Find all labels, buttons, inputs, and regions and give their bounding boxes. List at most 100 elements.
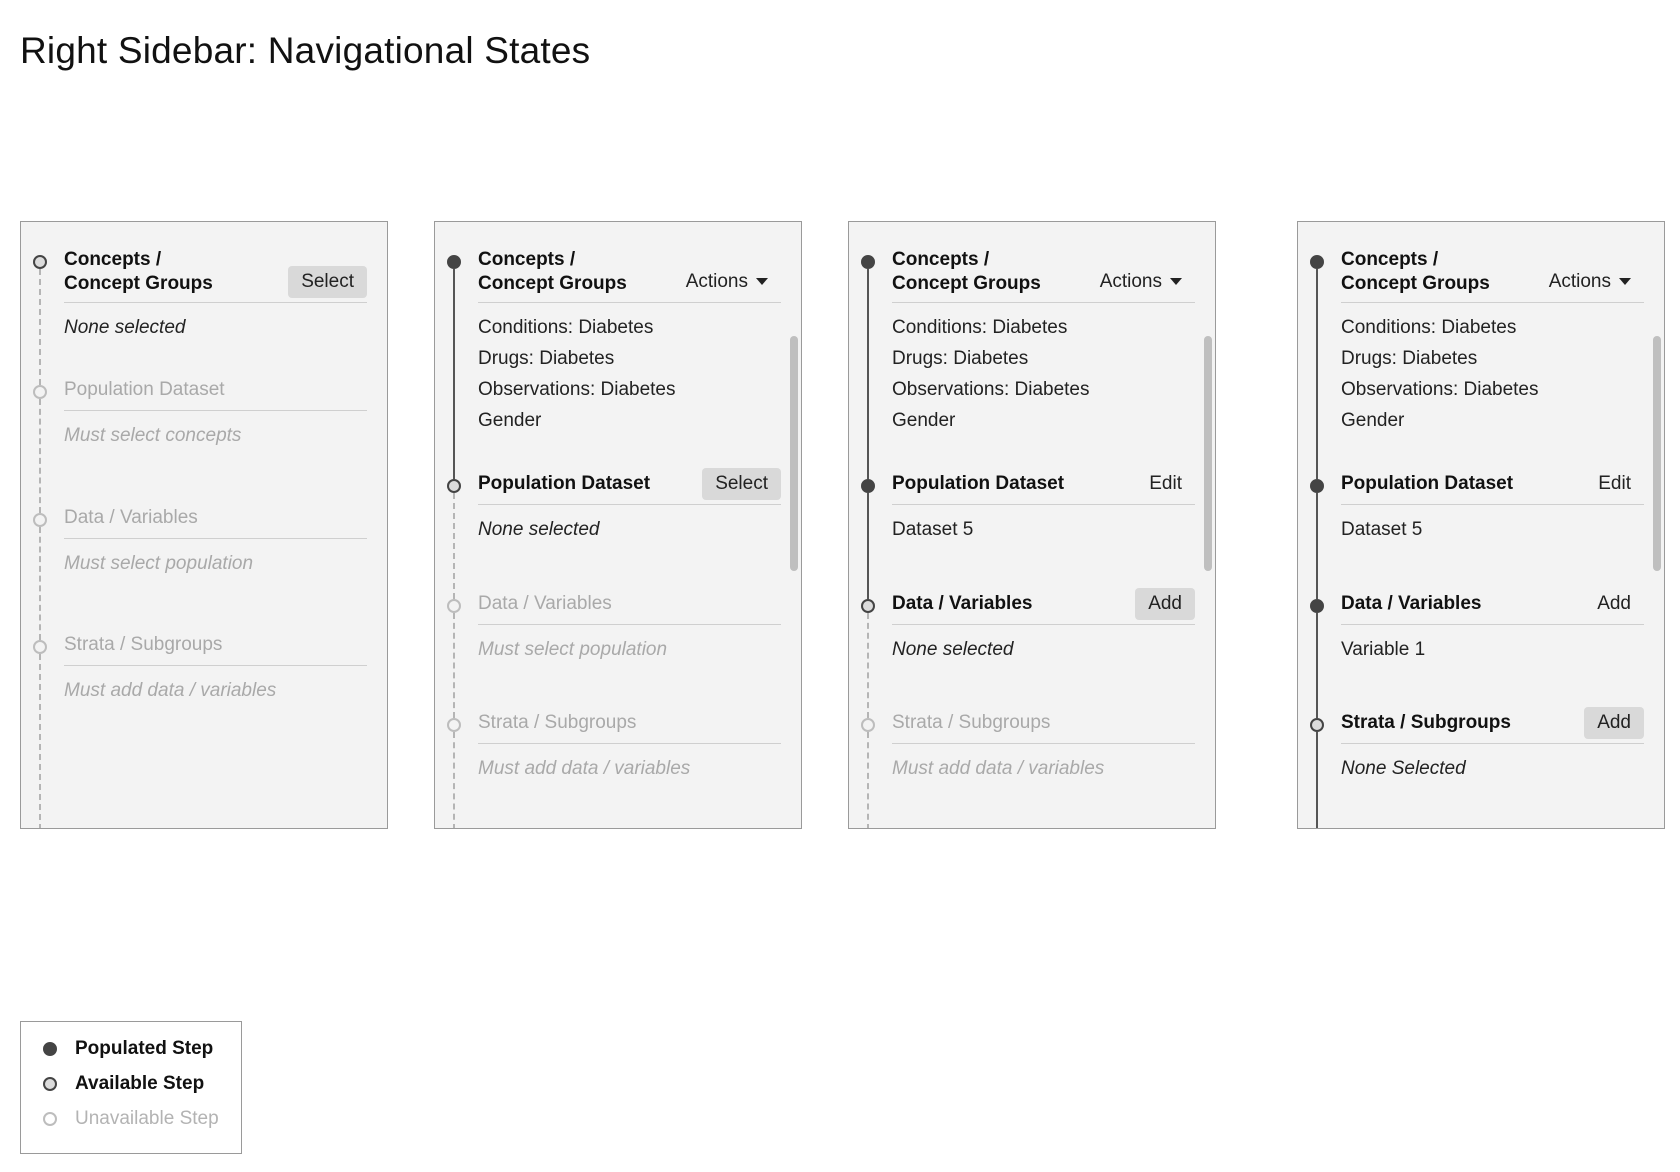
step-title-strata-subgroups: Strata / Subgroups xyxy=(64,634,223,655)
caret-down-icon xyxy=(1619,278,1631,286)
step-divider xyxy=(1341,504,1644,505)
step-title-population-dataset: Population Dataset xyxy=(64,379,225,400)
filled-circle-icon xyxy=(861,255,875,269)
sidebar-panel: Concepts / Concept Groups Actions Condition… xyxy=(1297,221,1665,829)
hollow-circle-icon xyxy=(447,599,461,613)
timeline-connector xyxy=(453,732,455,828)
filled-circle-icon xyxy=(447,255,461,269)
sidebar-panel: Concepts / Concept Groups Actions Condition… xyxy=(848,221,1216,829)
step-divider xyxy=(478,504,781,505)
step-title-line: Concepts / xyxy=(478,249,576,270)
button-label: Actions xyxy=(685,271,748,292)
edit-button[interactable]: Edit xyxy=(1136,468,1195,500)
step-value: None Selected xyxy=(1341,758,1466,779)
step-title-strata-subgroups: Strata / Subgroups xyxy=(1341,712,1511,733)
filled-circle-icon xyxy=(1310,599,1324,613)
step-value: Conditions: Diabetes xyxy=(892,317,1068,338)
legend-item-unavailable-step: Unavailable Step xyxy=(43,1104,219,1134)
step-title-line: Concept Groups xyxy=(892,273,1041,294)
step-title-concepts-concept-groups: Concepts / Concept Groups xyxy=(478,248,627,296)
step-divider xyxy=(64,302,367,303)
timeline-connector xyxy=(867,493,869,599)
timeline-connector xyxy=(39,269,41,385)
button-label: Actions xyxy=(1548,271,1611,292)
step-title-data-variables: Data / Variables xyxy=(478,593,612,614)
actions-dropdown[interactable]: Actions xyxy=(1087,266,1195,298)
step-value: Gender xyxy=(892,410,956,431)
button-label: Actions xyxy=(1099,271,1162,292)
ring-circle-icon xyxy=(861,599,875,613)
timeline-connector xyxy=(453,269,455,479)
step-divider xyxy=(64,410,367,411)
step-value: Drugs: Diabetes xyxy=(1341,348,1478,369)
step-divider xyxy=(892,504,1195,505)
step-divider xyxy=(892,624,1195,625)
add-button[interactable]: Add xyxy=(1584,707,1644,739)
step-divider xyxy=(478,624,781,625)
select-button[interactable]: Select xyxy=(288,266,367,298)
step-value: Dataset 5 xyxy=(892,519,974,540)
step-title-population-dataset: Population Dataset xyxy=(1341,473,1514,494)
scrollbar-thumb[interactable] xyxy=(1653,336,1661,571)
add-button[interactable]: Add xyxy=(1584,588,1644,620)
step-title-concepts-concept-groups: Concepts / Concept Groups xyxy=(892,248,1041,296)
timeline-connector xyxy=(1316,613,1318,718)
hollow-circle-icon xyxy=(33,640,47,654)
timeline-connector xyxy=(453,493,455,599)
timeline-connector xyxy=(1316,269,1318,479)
step-divider xyxy=(64,538,367,539)
edit-button[interactable]: Edit xyxy=(1585,468,1644,500)
add-button[interactable]: Add xyxy=(1135,588,1195,620)
caret-down-icon xyxy=(1170,278,1182,286)
step-title-concepts-concept-groups: Concepts / Concept Groups xyxy=(1341,248,1490,296)
step-value: Drugs: Diabetes xyxy=(478,348,615,369)
ring-circle-icon xyxy=(1310,718,1324,732)
step-value: Dataset 5 xyxy=(1341,519,1423,540)
button-label: Add xyxy=(1597,712,1631,733)
step-title-strata-subgroups: Strata / Subgroups xyxy=(892,712,1051,733)
step-title-line: Concept Groups xyxy=(478,273,627,294)
legend-label: Unavailable Step xyxy=(75,1108,219,1129)
step-value: Must add data / variables xyxy=(64,680,277,701)
step-title-line: Concepts / xyxy=(1341,249,1439,270)
timeline-connector xyxy=(39,527,41,640)
timeline-connector xyxy=(1316,493,1318,599)
step-value: Observations: Diabetes xyxy=(1341,379,1539,400)
button-label: Add xyxy=(1148,593,1182,614)
step-divider xyxy=(478,743,781,744)
timeline-connector xyxy=(39,654,41,828)
step-divider xyxy=(892,743,1195,744)
step-value: Must add data / variables xyxy=(892,758,1105,779)
timeline-connector xyxy=(867,269,869,479)
step-value: Must add data / variables xyxy=(478,758,691,779)
filled-circle-icon xyxy=(861,479,875,493)
scrollbar-thumb[interactable] xyxy=(1204,336,1212,571)
timeline-connector xyxy=(39,399,41,513)
step-value: None selected xyxy=(892,639,1014,660)
hollow-circle-icon xyxy=(861,718,875,732)
step-title-population-dataset: Population Dataset xyxy=(892,473,1065,494)
legend-label: Available Step xyxy=(75,1073,205,1094)
select-button[interactable]: Select xyxy=(702,468,781,500)
caret-down-icon xyxy=(756,278,768,286)
button-label: Edit xyxy=(1149,473,1182,494)
step-title-population-dataset: Population Dataset xyxy=(478,473,651,494)
ring-circle-icon xyxy=(43,1077,57,1091)
step-value: Gender xyxy=(478,410,542,431)
step-value: Must select population xyxy=(64,553,254,574)
step-value: Must select concepts xyxy=(64,425,242,446)
actions-dropdown[interactable]: Actions xyxy=(1536,266,1644,298)
step-title-line: Concepts / xyxy=(892,249,990,270)
step-divider xyxy=(1341,743,1644,744)
scrollbar-thumb[interactable] xyxy=(790,336,798,571)
button-label: Add xyxy=(1597,593,1631,614)
step-value: Observations: Diabetes xyxy=(478,379,676,400)
step-divider xyxy=(892,302,1195,303)
step-divider xyxy=(1341,302,1644,303)
step-divider xyxy=(478,302,781,303)
actions-dropdown[interactable]: Actions xyxy=(673,266,781,298)
legend: Populated Step Available Step Unavailable … xyxy=(20,1021,242,1154)
step-value: Gender xyxy=(1341,410,1405,431)
step-value: Drugs: Diabetes xyxy=(892,348,1029,369)
step-title-line: Concept Groups xyxy=(64,273,213,294)
